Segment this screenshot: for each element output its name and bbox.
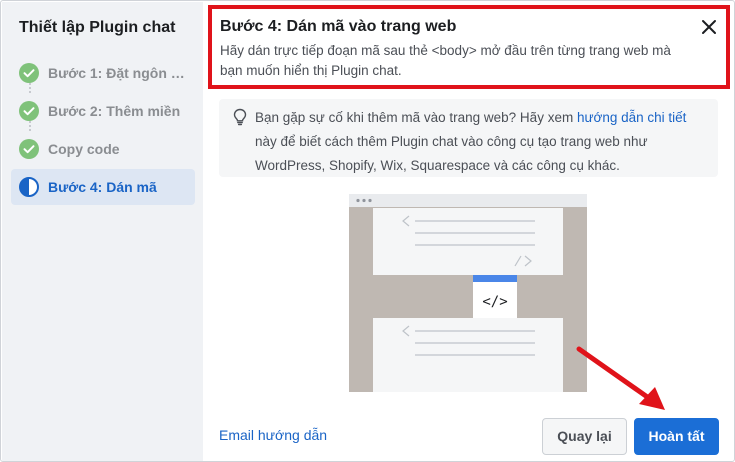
- sidebar: Thiết lập Plugin chat Bước 1: Đặt ngôn n…: [2, 2, 203, 461]
- finish-button[interactable]: Hoàn tất: [634, 418, 719, 455]
- header-description: Hãy dán trực tiếp đoạn mã sau thẻ <body>…: [220, 43, 671, 78]
- sidebar-step-1[interactable]: Bước 1: Đặt ngôn ngữ: [11, 55, 195, 91]
- sidebar-step-3[interactable]: Copy code: [11, 131, 195, 167]
- lightbulb-icon: [233, 108, 247, 126]
- header-title: Bước 4: Dán mã vào trang web: [220, 18, 457, 35]
- sidebar-step-label: Bước 2: Thêm miền: [48, 103, 181, 119]
- half-circle-progress-icon: [19, 177, 39, 197]
- email-instructions-link[interactable]: Email hướng dẫn: [219, 427, 327, 443]
- step-header: Bước 4: Dán mã vào trang web Hãy dán trự…: [208, 5, 730, 89]
- detailed-guide-link[interactable]: hướng dẫn chi tiết: [577, 110, 686, 125]
- sidebar-step-label: Bước 1: Đặt ngôn ngữ: [48, 65, 190, 81]
- tip-text: Bạn gặp sự cố khi thêm mã vào trang web?…: [255, 106, 710, 178]
- paste-code-illustration: </>: [349, 194, 587, 392]
- check-circle-icon: [19, 63, 39, 83]
- plugin-setup-dialog: Thiết lập Plugin chat Bước 1: Đặt ngôn n…: [0, 0, 735, 462]
- check-circle-icon: [19, 101, 39, 121]
- sidebar-step-2[interactable]: Bước 2: Thêm miền: [11, 93, 195, 129]
- sidebar-step-label: Copy code: [48, 141, 120, 157]
- sidebar-title: Thiết lập Plugin chat: [19, 19, 176, 36]
- help-tip: Bạn gặp sự cố khi thêm mã vào trang web?…: [219, 99, 718, 177]
- tip-text-before: Bạn gặp sự cố khi thêm mã vào trang web?…: [255, 110, 577, 125]
- sidebar-step-label: Bước 4: Dán mã: [48, 179, 157, 195]
- sidebar-step-4[interactable]: Bước 4: Dán mã: [11, 169, 195, 205]
- annotation-arrow-icon: [576, 346, 665, 410]
- check-circle-icon: [19, 139, 39, 159]
- code-symbol: </>: [482, 294, 507, 310]
- tip-text-after: này để biết cách thêm Plugin chat vào cô…: [255, 134, 648, 173]
- close-icon[interactable]: [700, 18, 718, 36]
- back-button[interactable]: Quay lại: [542, 418, 627, 455]
